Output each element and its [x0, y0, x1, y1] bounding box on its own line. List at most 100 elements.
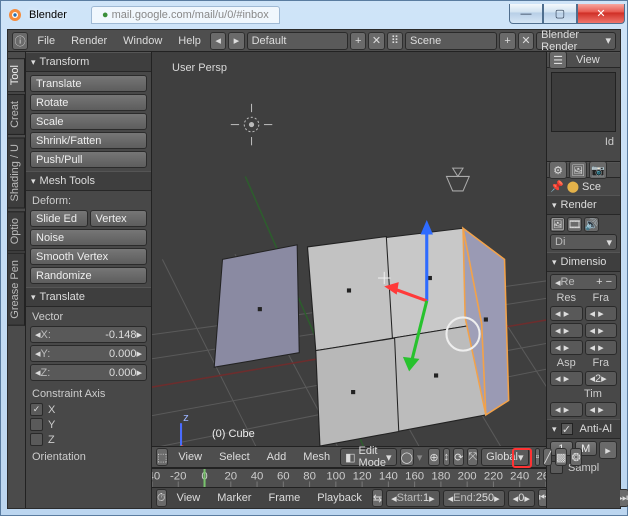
editor-type-timeline-icon[interactable]: ⏱	[156, 489, 167, 507]
tl-menu-marker[interactable]: Marker	[210, 490, 258, 506]
editor-type-3dview-icon[interactable]: ⬚	[156, 448, 168, 466]
fra-s-field[interactable]: ◂ ▸	[585, 306, 618, 321]
3d-viewport[interactable]: z x y User Persp (0) Cube	[152, 52, 546, 446]
editor-type-icon[interactable]: ⓘ	[12, 32, 28, 50]
btn-vertex[interactable]: Vertex	[90, 210, 148, 227]
vtab-shading[interactable]: Shading / U	[8, 137, 25, 208]
vec-y-field[interactable]: ◂Y:0.000▸	[30, 345, 147, 362]
res-y-field[interactable]: ◂ ▸	[550, 323, 583, 338]
start-frame-field[interactable]: ◂Start:1▸	[386, 490, 439, 507]
btn-slide-edge[interactable]: Slide Ed	[30, 210, 88, 227]
constraint-z[interactable]: Z	[30, 433, 147, 446]
props-cat2-icon[interactable]: 📷	[589, 161, 607, 179]
btn-scale[interactable]: Scale	[30, 113, 147, 130]
cur-frame-field[interactable]: ◂0▸	[508, 490, 535, 507]
asp-x-field[interactable]: ◂ ▸	[550, 371, 583, 386]
vtab-options[interactable]: Optio	[8, 211, 25, 251]
manip-rotate-icon[interactable]: ⟳	[453, 448, 464, 466]
fwd-icon[interactable]: ▸	[228, 32, 244, 50]
vp-menu-add[interactable]: Add	[260, 449, 294, 465]
vp-menu-select[interactable]: Select	[212, 449, 257, 465]
id-label: Id	[547, 136, 620, 148]
fra-e-field[interactable]: ◂ ▸	[585, 323, 618, 338]
svg-text:-40: -40	[152, 470, 160, 482]
close-button[interactable]: ✕	[577, 4, 625, 24]
display-field[interactable]: Di▾	[550, 234, 617, 250]
render-anim-icon[interactable]: 🎞	[567, 217, 582, 232]
panel-translate-header[interactable]: Translate	[26, 287, 151, 307]
btn-rotate[interactable]: Rotate	[30, 94, 147, 111]
limit-sel-icon[interactable]: ❂	[570, 448, 581, 466]
vtab-grease[interactable]: Grease Pen	[8, 253, 25, 326]
btn-pushpull[interactable]: Push/Pull	[30, 151, 147, 168]
back-icon[interactable]: ◂	[210, 32, 226, 50]
range-icon[interactable]: ⇆	[372, 489, 383, 507]
res-pct-field[interactable]: ◂ ▸	[550, 340, 583, 355]
res-x-field[interactable]: ◂ ▸	[550, 306, 583, 321]
btn-shrink[interactable]: Shrink/Fatten	[30, 132, 147, 149]
end-frame-field[interactable]: ◂End:250▸	[443, 490, 505, 507]
tl-menu-view[interactable]: View	[170, 490, 208, 506]
vp-menu-mesh[interactable]: Mesh	[296, 449, 337, 465]
constraint-y[interactable]: Y	[30, 418, 147, 431]
btn-randomize[interactable]: Randomize	[30, 267, 147, 284]
sel-vertex-icon[interactable]: ▫	[535, 448, 541, 466]
menu-help[interactable]: Help	[171, 33, 208, 49]
panel-transform-header[interactable]: Transform	[26, 52, 151, 72]
fps-field[interactable]: ◂ 2 ▸	[585, 371, 618, 386]
tl-menu-playback[interactable]: Playback	[310, 490, 369, 506]
vp-menu-view[interactable]: View	[171, 449, 209, 465]
outliner-view-menu[interactable]: View	[569, 52, 607, 68]
layout-add-icon[interactable]: +	[350, 32, 366, 50]
btn-smoothv[interactable]: Smooth Vertex	[30, 248, 147, 265]
props-cat1-icon[interactable]: 🖼	[569, 161, 587, 179]
vtab-tool[interactable]: Tool	[8, 58, 25, 92]
pivot-icon[interactable]: ⊕	[428, 448, 439, 466]
panel-meshtools-header[interactable]: Mesh Tools	[26, 171, 151, 191]
scene-add-icon[interactable]: +	[499, 32, 515, 50]
fra-step-field[interactable]: ◂ ▸	[585, 340, 618, 355]
mode-selector[interactable]: ◧ Edit Mode▾	[340, 448, 396, 466]
svg-text:140: 140	[379, 470, 398, 482]
btn-translate[interactable]: Translate	[30, 75, 147, 92]
orientation-selector[interactable]: Global▾	[481, 448, 528, 466]
screen-layout-field[interactable]: Default	[247, 32, 348, 50]
persp-label: User Persp	[172, 62, 227, 74]
aa-more-icon[interactable]: ▸	[599, 441, 617, 459]
timeline-ruler[interactable]: -40-200204060801001201401601802002202402…	[152, 469, 546, 488]
manip-scale-icon[interactable]: ⤧	[467, 448, 478, 466]
sel-edge-icon[interactable]: ╱	[543, 448, 552, 466]
layout-del-icon[interactable]: ✕	[368, 32, 384, 50]
border-field[interactable]: ◂ ▸	[550, 402, 583, 417]
editor-type-props-icon[interactable]: ⚙	[549, 161, 567, 179]
panel-render-header[interactable]: Render	[547, 195, 620, 215]
render-audio-icon[interactable]: 🔊	[584, 217, 599, 232]
scene-browse-icon[interactable]: ⠿	[387, 32, 403, 50]
minimize-button[interactable]: —	[509, 4, 543, 24]
tl-menu-frame[interactable]: Frame	[261, 490, 307, 506]
outliner[interactable]: Id	[547, 68, 620, 162]
vec-z-field[interactable]: ◂Z:0.000▸	[30, 364, 147, 381]
btn-noise[interactable]: Noise	[30, 229, 147, 246]
scene-del-icon[interactable]: ✕	[518, 32, 534, 50]
panel-aa-header[interactable]: ✓Anti-Al	[547, 419, 620, 439]
pin-icon[interactable]: 📌	[550, 180, 564, 193]
constraint-x[interactable]: ✓X	[30, 403, 147, 416]
vec-x-field[interactable]: ◂X:-0.148▸	[30, 326, 147, 343]
preset-field[interactable]: ◂Re+ −	[550, 274, 617, 290]
shading-icon[interactable]: ◯	[400, 448, 414, 466]
timremap-field[interactable]: ◂ ▸	[585, 402, 618, 417]
scene-field[interactable]: Scene	[405, 32, 497, 50]
render-engine-field[interactable]: Blender Render ▾	[536, 32, 616, 50]
menu-file[interactable]: File	[30, 33, 62, 49]
sel-face-icon[interactable]: ▩	[555, 448, 567, 466]
menu-window[interactable]: Window	[116, 33, 169, 49]
maximize-button[interactable]: ▢	[543, 4, 577, 24]
panel-dim-header[interactable]: Dimensio	[547, 252, 620, 272]
manip-translate-icon[interactable]: ↕	[443, 448, 451, 466]
editor-type-outliner-icon[interactable]: ☰	[549, 52, 567, 69]
menu-render[interactable]: Render	[64, 33, 114, 49]
info-header: ⓘ File Render Window Help ◂ ▸ Default + …	[8, 30, 620, 52]
render-image-icon[interactable]: 🖼	[550, 217, 565, 232]
vtab-create[interactable]: Creat	[8, 94, 25, 135]
